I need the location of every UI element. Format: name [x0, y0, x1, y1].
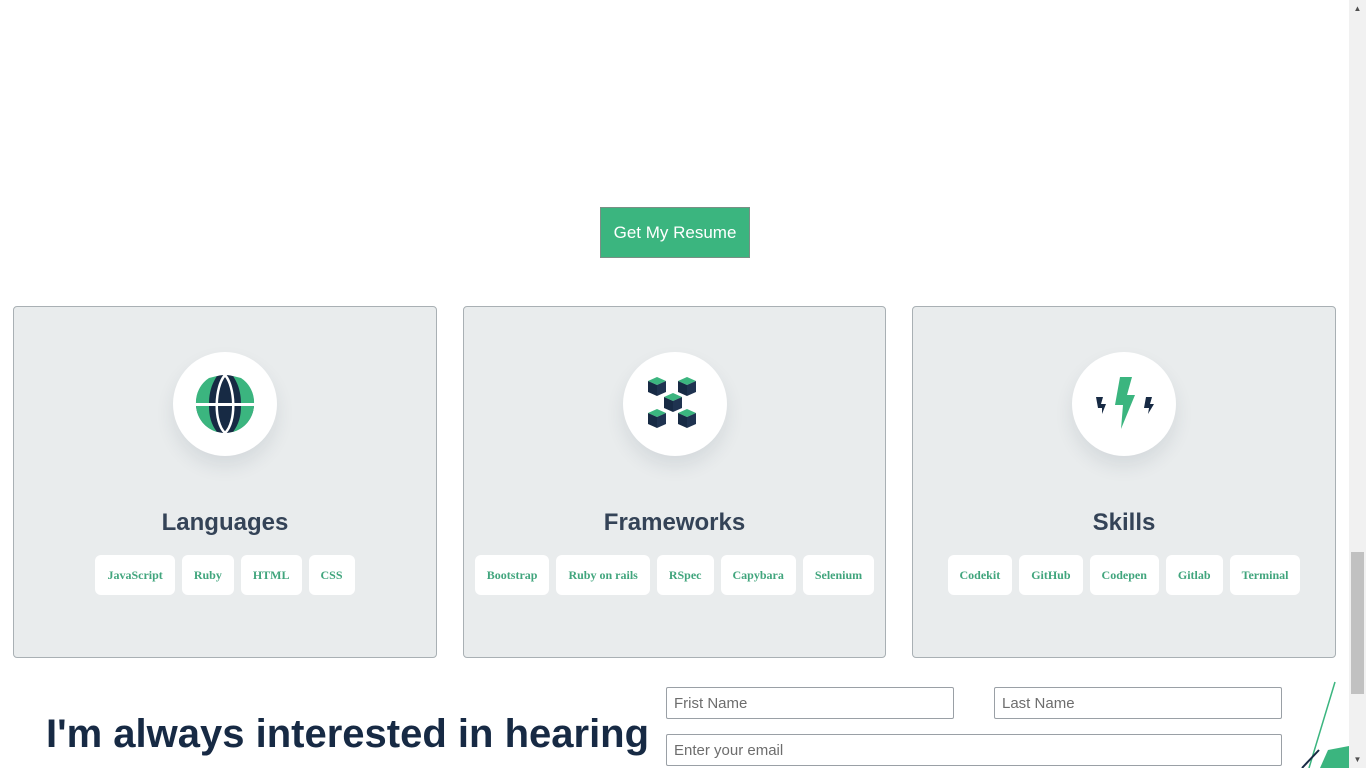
languages-tags: JavaScript Ruby HTML CSS [14, 555, 436, 595]
scrollbar-thumb[interactable] [1351, 552, 1364, 694]
contact-heading: I'm always interested in hearing [46, 712, 650, 756]
tag-javascript: JavaScript [95, 555, 175, 595]
lightning-icon [1096, 377, 1154, 429]
email-field[interactable] [666, 734, 1282, 766]
skills-icon-circle [1072, 352, 1176, 456]
tag-codekit: Codekit [947, 555, 1013, 595]
frameworks-tags: Bootstrap Ruby on rails RSpec Capybara S… [464, 555, 885, 595]
frameworks-icon-circle [622, 352, 727, 456]
decorative-shape [1301, 681, 1349, 768]
tag-selenium: Selenium [802, 555, 875, 595]
globe-icon [195, 374, 255, 434]
tag-ruby-on-rails: Ruby on rails [556, 555, 650, 595]
languages-icon-circle [173, 352, 277, 456]
arrow-down-icon[interactable]: ▼ [1349, 751, 1366, 768]
tag-html: HTML [240, 555, 302, 595]
tag-ruby: Ruby [181, 555, 234, 595]
arrow-up-icon[interactable]: ▲ [1349, 0, 1366, 17]
skills-card: Skills Codekit GitHub Codepen Gitlab Ter… [912, 306, 1336, 658]
tag-bootstrap: Bootstrap [474, 555, 550, 595]
languages-card: Languages JavaScript Ruby HTML CSS [13, 306, 437, 658]
get-resume-button[interactable]: Get My Resume [600, 207, 750, 258]
cubes-icon [647, 377, 696, 428]
card-title-frameworks: Frameworks [603, 509, 746, 536]
tag-rspec: RSpec [656, 555, 714, 595]
tag-github: GitHub [1019, 555, 1083, 595]
page: Get My Resume Languages JavaScript Ruby … [0, 0, 1349, 768]
tag-terminal: Terminal [1229, 555, 1301, 595]
last-name-field[interactable] [994, 687, 1282, 719]
card-title-languages: Languages [161, 509, 289, 536]
first-name-field[interactable] [666, 687, 954, 719]
tag-codepen: Codepen [1089, 555, 1159, 595]
frameworks-card: Frameworks Bootstrap Ruby on rails RSpec… [463, 306, 886, 658]
tag-capybara: Capybara [720, 555, 796, 595]
skills-tags: Codekit GitHub Codepen Gitlab Terminal [913, 555, 1335, 595]
vertical-scrollbar[interactable]: ▲ ▼ [1349, 0, 1366, 768]
tag-gitlab: Gitlab [1165, 555, 1223, 595]
card-title-skills: Skills [1092, 509, 1156, 536]
tag-css: CSS [308, 555, 355, 595]
window-edge [1366, 0, 1370, 768]
